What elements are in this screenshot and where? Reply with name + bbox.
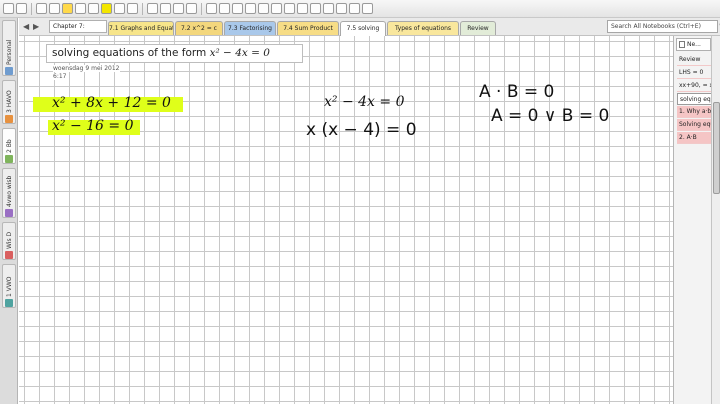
notebook-tab-4vwo-wisb[interactable]: 4vwo wisb xyxy=(2,168,16,218)
tab-factorising[interactable]: 7.3 Factorising xyxy=(224,21,276,35)
grid-icon[interactable] xyxy=(271,3,282,14)
notebook-label: 2 Bb xyxy=(6,139,13,153)
search-input[interactable]: Search All Notebooks (Ctrl+E) xyxy=(607,20,718,33)
page-list-scrollbar[interactable] xyxy=(711,36,720,404)
page-date: woensdag 9 mei 2012 xyxy=(53,65,120,72)
redo-icon[interactable] xyxy=(16,3,27,14)
notebook-label: 3 HAVO xyxy=(6,90,13,113)
rectangle-icon[interactable] xyxy=(232,3,243,14)
notebook-label: 1 VWO xyxy=(6,276,13,297)
notebook-tab-3havo[interactable]: 3 HAVO xyxy=(2,80,16,124)
tab-sum-product[interactable]: 7.4 Sum Product xyxy=(277,21,339,35)
lasso-icon[interactable] xyxy=(147,3,158,14)
equation-1[interactable]: x² + 8x + 12 = 0 xyxy=(52,95,171,111)
scrollbar-thumb[interactable] xyxy=(713,102,720,194)
equation-3[interactable]: x² − 4x = 0 xyxy=(324,94,404,110)
toolbar xyxy=(0,0,720,18)
tab-solving[interactable]: 7.5 solving xyxy=(340,21,386,36)
tab-x-squared-equals-c[interactable]: 7.2 x^2 = c xyxy=(175,21,223,35)
section-tabs-bar: ◀ ▶ Chapter 7: 7.1 Graphs and Equations … xyxy=(19,18,720,36)
rotate-icon[interactable] xyxy=(297,3,308,14)
new-page-label: Ne... xyxy=(687,41,701,48)
toolbar-divider xyxy=(201,3,202,15)
equation-2[interactable]: x² − 16 = 0 xyxy=(52,118,134,134)
notebook-label: Personal xyxy=(6,39,13,65)
notebook-tab-1vwo[interactable]: 1 VWO xyxy=(2,264,16,308)
notebook-tab-wis-d[interactable]: Wis D xyxy=(2,222,16,260)
highlighter-icon[interactable] xyxy=(101,3,112,14)
handwritten-factorisation[interactable]: x (x − 4) = 0 xyxy=(306,120,417,140)
page-time: 6:17 xyxy=(53,73,67,80)
back-arrow-icon[interactable]: ◀ xyxy=(23,22,29,31)
notebook-label: Wis D xyxy=(6,231,13,249)
page-canvas[interactable]: solving equations of the form x² − 4x = … xyxy=(19,36,673,404)
forward-arrow-icon[interactable]: ▶ xyxy=(33,22,39,31)
undo-icon[interactable] xyxy=(3,3,14,14)
handwritten-product-rule[interactable]: A · B = 0 xyxy=(479,82,554,102)
line-icon[interactable] xyxy=(173,3,184,14)
thickness-icon[interactable] xyxy=(349,3,360,14)
zoom-icon[interactable] xyxy=(323,3,334,14)
notebook-icon xyxy=(5,209,13,217)
triangle-icon[interactable] xyxy=(258,3,269,14)
shapes-icon[interactable] xyxy=(160,3,171,14)
pen-tool-icon[interactable] xyxy=(88,3,99,14)
eraser-icon[interactable] xyxy=(127,3,138,14)
toolbar-divider xyxy=(142,3,143,15)
ellipse-icon[interactable] xyxy=(245,3,256,14)
notebook-icon xyxy=(5,299,13,307)
notebook-icon xyxy=(5,155,13,163)
insert-space-icon[interactable] xyxy=(206,3,217,14)
notebook-icon xyxy=(5,115,13,123)
notebook-label: 4vwo wisb xyxy=(6,175,13,207)
toolbar-divider xyxy=(31,3,32,15)
color-icon[interactable] xyxy=(336,3,347,14)
panning-hand-icon[interactable] xyxy=(219,3,230,14)
chevron-down-icon[interactable] xyxy=(362,3,373,14)
tab-types-of-equations[interactable]: Types of equations xyxy=(387,21,459,35)
pen-tool-icon[interactable] xyxy=(62,3,73,14)
page-title-math: x² − 4x = 0 xyxy=(209,47,270,59)
notebook-icon xyxy=(5,251,13,259)
hand-icon[interactable] xyxy=(310,3,321,14)
notebook-sidebar: Personal 3 HAVO 2 Bb 4vwo wisb Wis D 1 V… xyxy=(0,18,18,404)
page-title[interactable]: solving equations of the form x² − 4x = … xyxy=(46,44,303,63)
type-tool-icon[interactable] xyxy=(49,3,60,14)
notebook-tab-2bb[interactable]: 2 Bb xyxy=(2,128,16,164)
new-page-icon xyxy=(679,41,685,48)
ink-to-text-icon[interactable] xyxy=(284,3,295,14)
tab-review[interactable]: Review xyxy=(460,21,496,35)
notebook-chapter-label[interactable]: Chapter 7: xyxy=(49,20,107,33)
pen-tool-icon[interactable] xyxy=(114,3,125,14)
page-title-text: solving equations of the form xyxy=(52,47,210,59)
notebook-tab-personal[interactable]: Personal xyxy=(2,20,16,76)
pen-tool-icon[interactable] xyxy=(75,3,86,14)
new-page-button[interactable]: Ne... xyxy=(676,38,711,51)
tab-graphs-and-equations[interactable]: 7.1 Graphs and Equations xyxy=(108,21,174,35)
notebook-icon xyxy=(5,67,13,75)
handwritten-zero-product[interactable]: A = 0 ∨ B = 0 xyxy=(491,106,609,126)
arrow-icon[interactable] xyxy=(186,3,197,14)
select-tool-icon[interactable] xyxy=(36,3,47,14)
